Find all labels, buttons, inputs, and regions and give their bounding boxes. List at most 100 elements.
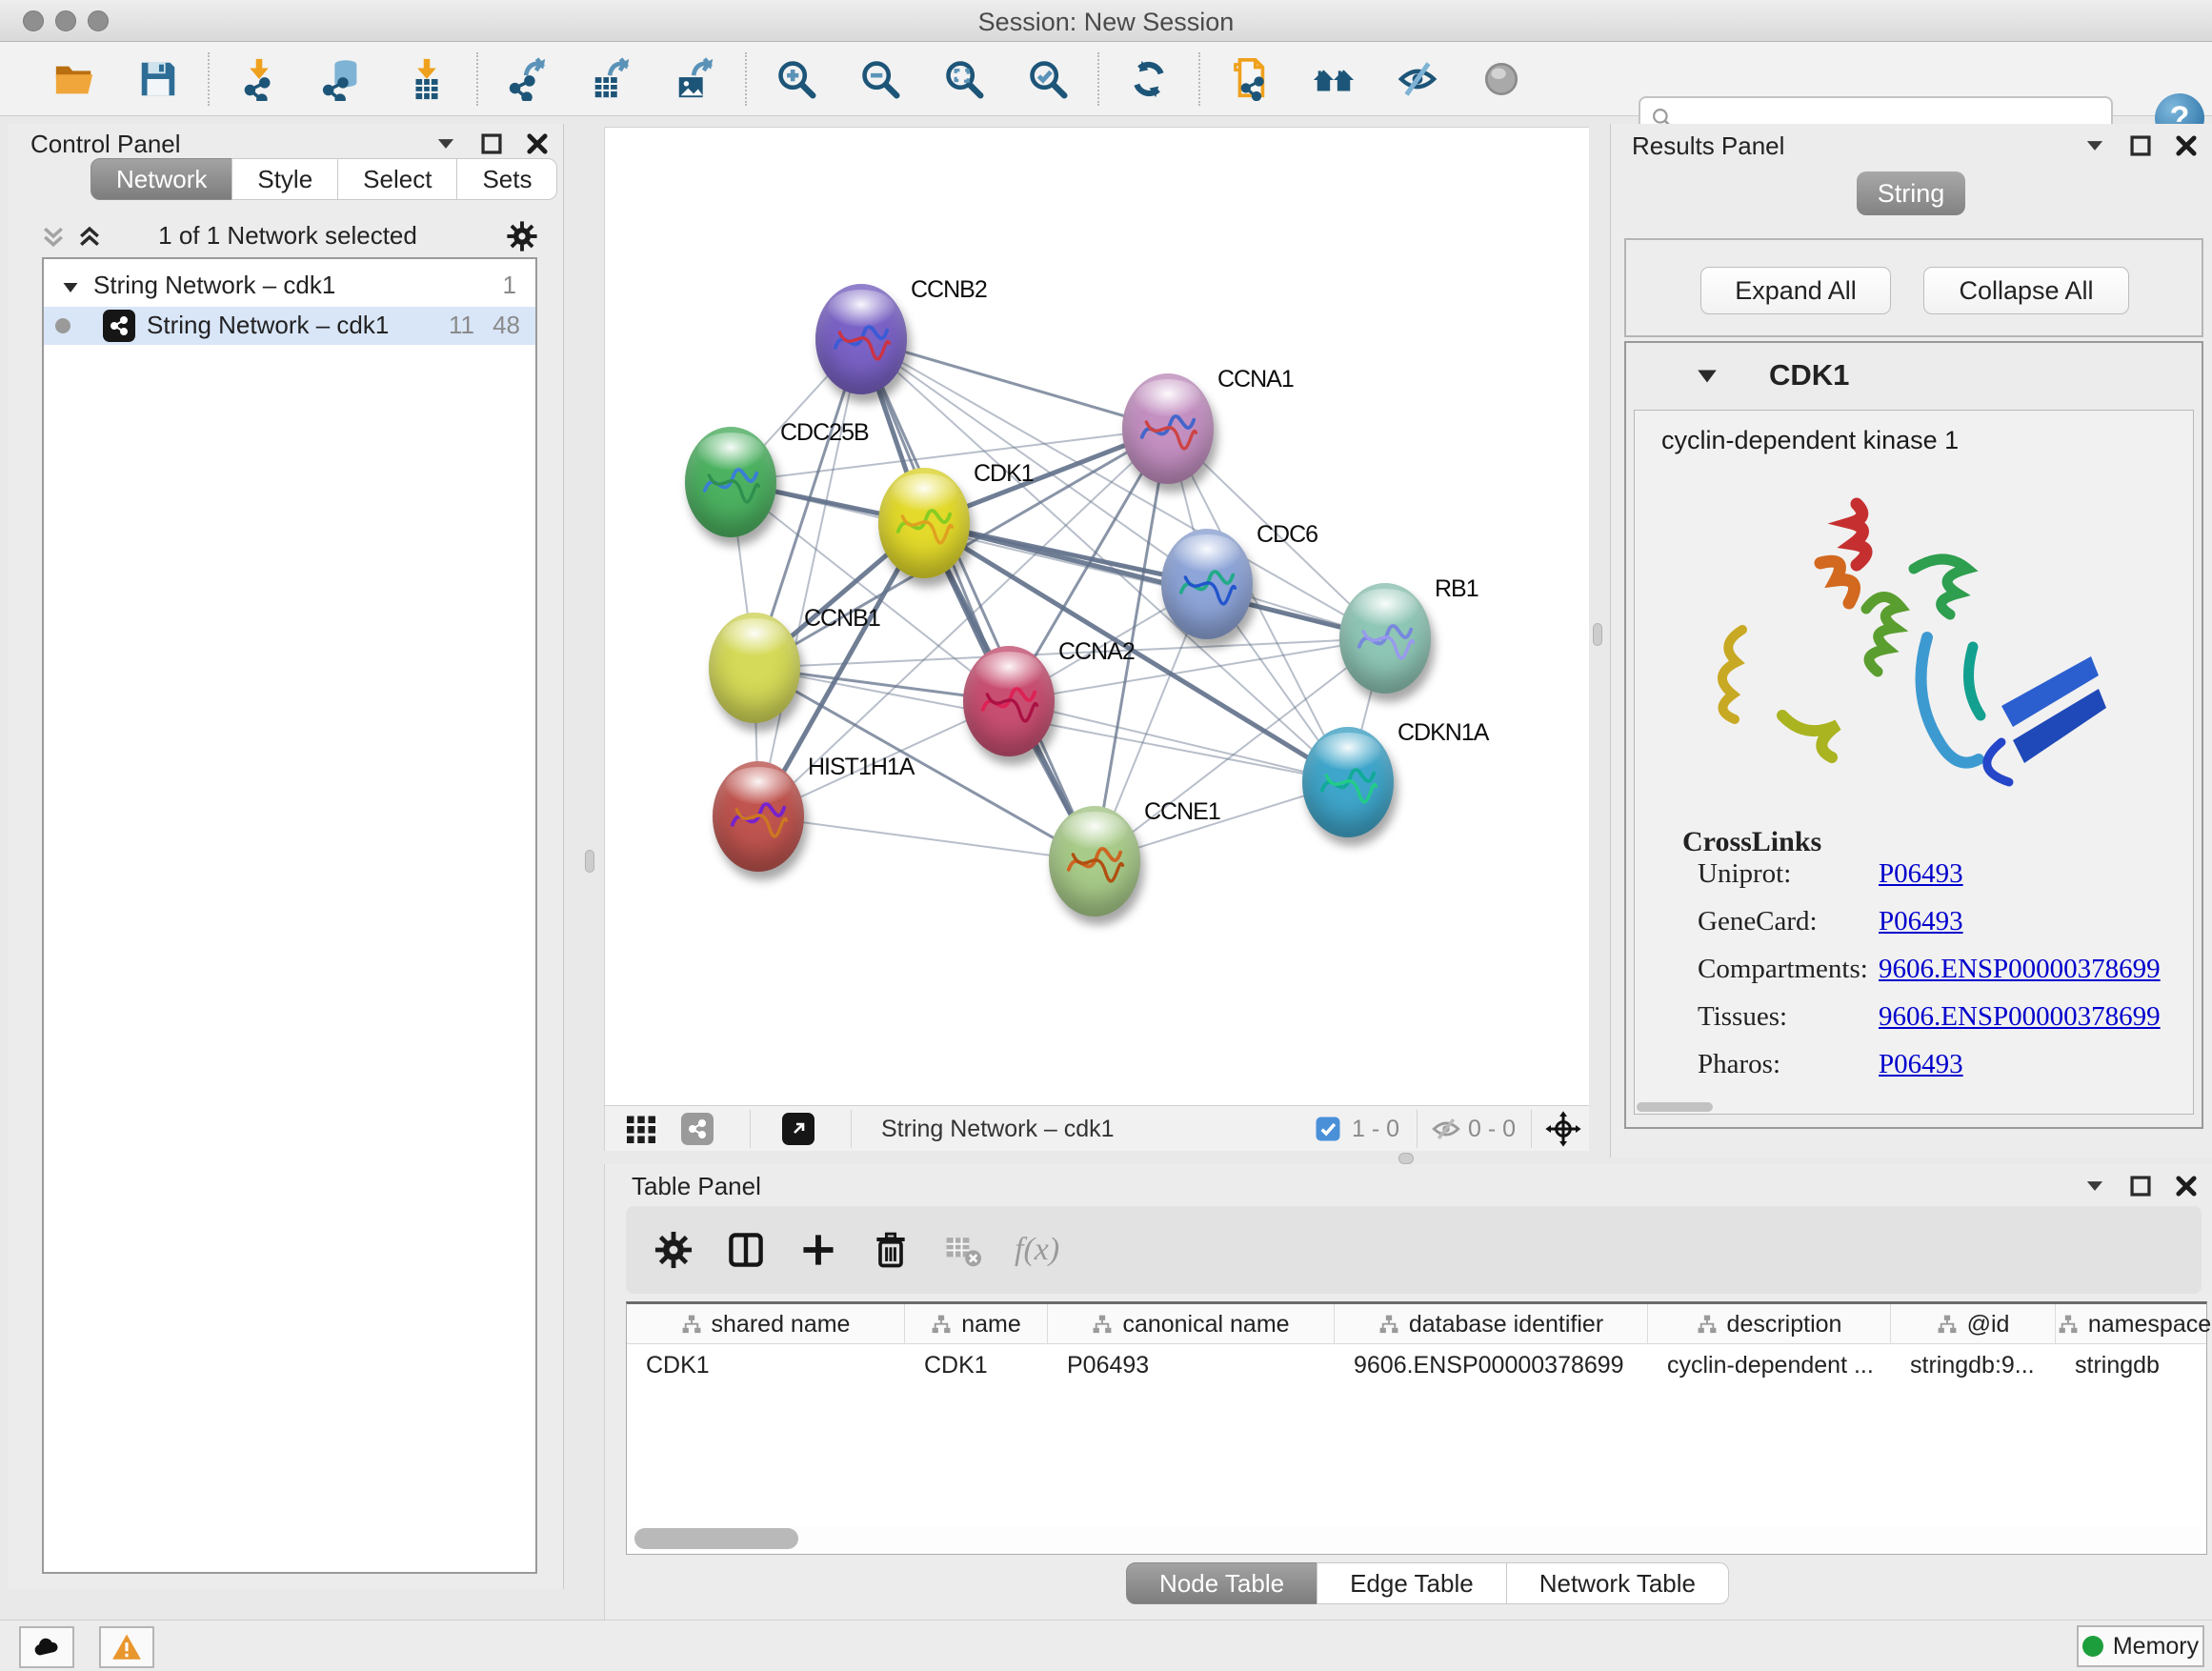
delete-column-trash-icon[interactable]: [866, 1225, 915, 1275]
column-header-namespace[interactable]: namespace: [2056, 1304, 2212, 1344]
table-panel-collapse-arrow-icon[interactable]: [2082, 1174, 2107, 1198]
hidden-eye-icon[interactable]: [1430, 1112, 1462, 1146]
network-canvas[interactable]: CCNB2 CCNA1 CDC25B CDK1 CDC6 RB1CCNB1 CC…: [604, 127, 1589, 1105]
network-options-gear-icon[interactable]: [505, 219, 539, 258]
import-network-icon[interactable]: [235, 55, 283, 103]
collapse-all-button[interactable]: Collapse All: [1923, 267, 2129, 314]
table-cell[interactable]: P06493: [1048, 1344, 1335, 1386]
show-columns-icon[interactable]: [721, 1225, 771, 1275]
crosslink-link[interactable]: 9606.ENSP00000378699: [1879, 1001, 2161, 1033]
string-homes-icon[interactable]: [1310, 55, 1357, 103]
gene-section-header[interactable]: CDK1: [1626, 343, 2202, 410]
table-cell[interactable]: CDK1: [905, 1344, 1048, 1386]
edge-CCNB2-CCNA1[interactable]: [861, 339, 1168, 429]
table-cell[interactable]: stringdb:9...: [1891, 1344, 2056, 1386]
table-panel-float-icon[interactable]: [2128, 1174, 2153, 1198]
node-ccna1[interactable]: [1122, 373, 1214, 484]
grid-view-icon[interactable]: [624, 1112, 658, 1146]
hide-results-icon[interactable]: [1394, 55, 1441, 103]
tab-network[interactable]: Network: [90, 158, 232, 200]
import-database-icon[interactable]: [319, 55, 367, 103]
show-results-icon[interactable]: [1478, 55, 1525, 103]
table-row[interactable]: CDK1CDK1P064939606.ENSP00000378699cyclin…: [627, 1344, 2206, 1386]
memory-button[interactable]: Memory: [2077, 1625, 2204, 1667]
table-panel-close-icon[interactable]: [2174, 1174, 2199, 1198]
results-panel-close-icon[interactable]: [2174, 133, 2199, 158]
network-collection-row[interactable]: String Network – cdk1 1: [44, 269, 535, 307]
node-table[interactable]: shared namenamecanonical namedatabase id…: [626, 1301, 2207, 1555]
column-header-canonical-name[interactable]: canonical name: [1048, 1304, 1335, 1344]
edge-HIST1H1A-CCNE1[interactable]: [758, 816, 1095, 861]
control-panel-close-icon[interactable]: [525, 131, 550, 156]
node-cdc25b[interactable]: [685, 427, 776, 537]
edge-CCNB2-HIST1H1A[interactable]: [758, 339, 861, 816]
zoom-fit-icon[interactable]: [940, 55, 988, 103]
tab-style[interactable]: Style: [231, 158, 338, 200]
node-hist1h1a[interactable]: [713, 761, 804, 872]
export-table-icon[interactable]: [588, 55, 635, 103]
tab-select[interactable]: Select: [337, 158, 457, 200]
zoom-selected-icon[interactable]: [1024, 55, 1072, 103]
edge-CCNA2-CDKN1A[interactable]: [1009, 701, 1348, 782]
crosslink-link[interactable]: P06493: [1879, 1049, 1963, 1080]
crosslink-link[interactable]: P06493: [1879, 906, 1963, 937]
node-cdkn1a[interactable]: [1302, 727, 1394, 837]
table-cell[interactable]: stringdb: [2056, 1344, 2212, 1386]
right-splitter-handle[interactable]: [1593, 623, 1602, 646]
column-header-shared-name[interactable]: shared name: [627, 1304, 905, 1344]
node-cdc6[interactable]: [1161, 529, 1253, 639]
tree-expander-icon[interactable]: [61, 274, 80, 304]
export-network-icon[interactable]: [504, 55, 552, 103]
string-file-icon[interactable]: [1226, 55, 1274, 103]
selected-checkbox-icon[interactable]: [1314, 1112, 1342, 1146]
warnings-button[interactable]: [99, 1626, 154, 1668]
left-splitter-handle[interactable]: [585, 850, 594, 873]
export-image-icon[interactable]: [672, 55, 719, 103]
cloud-status-button[interactable]: [19, 1626, 74, 1668]
refresh-icon[interactable]: [1125, 55, 1173, 103]
node-ccne1[interactable]: [1049, 806, 1140, 916]
table-options-gear-icon[interactable]: [649, 1225, 698, 1275]
tab-node-table[interactable]: Node Table: [1126, 1562, 1317, 1604]
column-header-description[interactable]: description: [1648, 1304, 1891, 1344]
column-header-name[interactable]: name: [905, 1304, 1048, 1344]
open-session-icon[interactable]: [50, 55, 98, 103]
tab-sets[interactable]: Sets: [456, 158, 557, 200]
table-cell[interactable]: 9606.ENSP00000378699: [1335, 1344, 1648, 1386]
tab-network-table[interactable]: Network Table: [1506, 1562, 1729, 1604]
table-cell[interactable]: CDK1: [627, 1344, 905, 1386]
section-scrollbar-thumb[interactable]: [1637, 1102, 1713, 1112]
column-header-database-identifier[interactable]: database identifier: [1335, 1304, 1648, 1344]
node-ccnb1[interactable]: [709, 613, 800, 723]
string-view-icon[interactable]: [681, 1112, 714, 1146]
pan-crosshair-icon[interactable]: [1544, 1112, 1582, 1146]
control-panel-float-icon[interactable]: [479, 131, 504, 156]
table-cell[interactable]: cyclin-dependent ...: [1648, 1344, 1891, 1386]
node-label-ccne1: CCNE1: [1144, 798, 1220, 826]
scrollbar-thumb[interactable]: [634, 1528, 798, 1549]
save-session-icon[interactable]: [134, 55, 182, 103]
expand-all-button[interactable]: Expand All: [1700, 267, 1891, 314]
node-cdk1[interactable]: [878, 468, 970, 578]
results-panel-float-icon[interactable]: [2128, 133, 2153, 158]
create-column-plus-icon[interactable]: [794, 1225, 843, 1275]
results-panel-collapse-arrow-icon[interactable]: [2082, 133, 2107, 158]
results-tab-string[interactable]: String: [1857, 171, 1965, 215]
column-header--id[interactable]: @id: [1891, 1304, 2056, 1344]
bottom-splitter-handle[interactable]: [1398, 1153, 1414, 1164]
zoom-in-icon[interactable]: [773, 55, 820, 103]
network-row[interactable]: String Network – cdk1 11 48: [44, 307, 535, 345]
import-table-icon[interactable]: [403, 55, 451, 103]
table-horizontal-scrollbar[interactable]: [629, 1526, 2202, 1551]
node-ccnb2[interactable]: [815, 284, 907, 394]
node-rb1[interactable]: [1339, 583, 1431, 694]
node-ccna2[interactable]: [963, 646, 1055, 756]
edge-CCNB2-CCNE1[interactable]: [861, 339, 1095, 861]
tab-edge-table[interactable]: Edge Table: [1317, 1562, 1507, 1604]
control-panel-collapse-arrow-icon[interactable]: [433, 131, 458, 156]
crosslink-link[interactable]: P06493: [1879, 858, 1963, 890]
crosslink-link[interactable]: 9606.ENSP00000378699: [1879, 954, 2161, 985]
section-expander-icon[interactable]: [1695, 364, 1719, 393]
zoom-out-icon[interactable]: [856, 55, 904, 103]
detach-view-icon[interactable]: [782, 1112, 814, 1146]
